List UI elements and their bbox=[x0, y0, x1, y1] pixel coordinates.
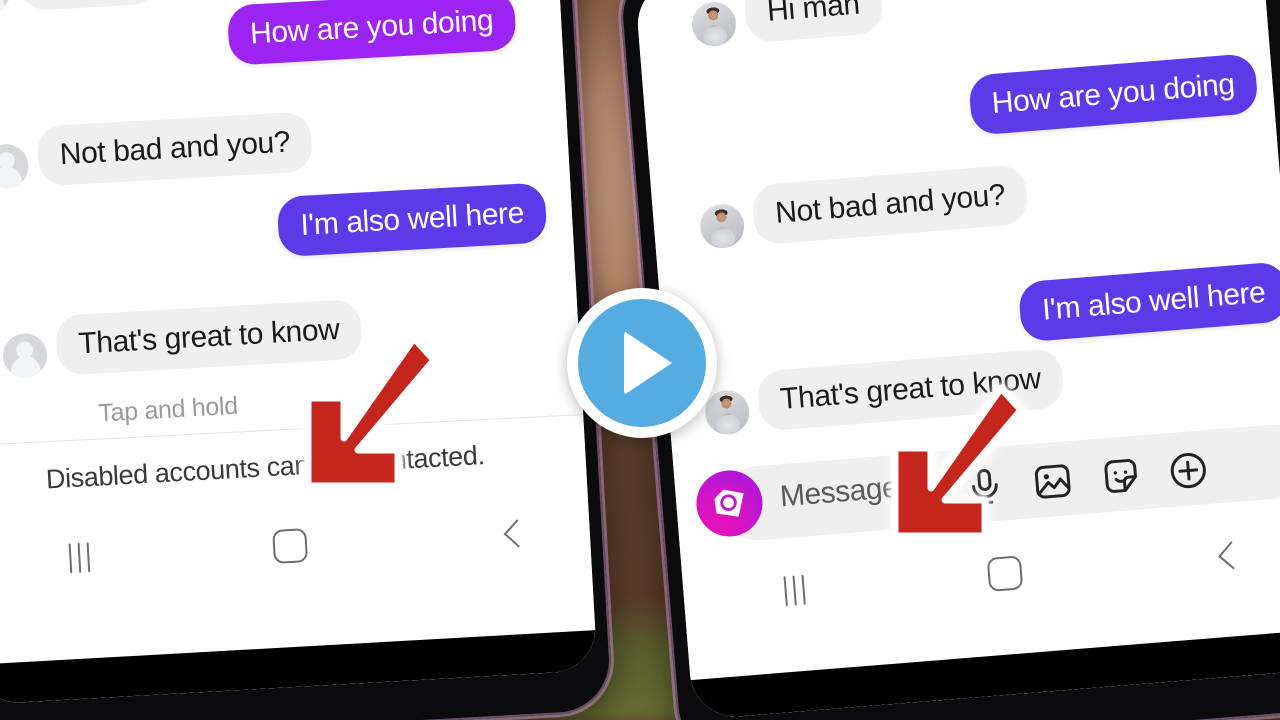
left-navigation-bar bbox=[0, 492, 597, 599]
right-phone-screen: Hey bro Hi man How are you doing Not bad… bbox=[634, 0, 1280, 720]
recents-icon[interactable] bbox=[68, 542, 91, 574]
plus-icon[interactable] bbox=[1166, 448, 1211, 493]
home-icon[interactable] bbox=[986, 555, 1023, 592]
message-bubble: How are you doing bbox=[967, 52, 1259, 136]
message-row: I'm also well here bbox=[276, 182, 548, 257]
message-row: How are you doing bbox=[967, 52, 1259, 136]
play-button[interactable] bbox=[567, 288, 717, 438]
message-bubble: I'm also well here bbox=[1018, 261, 1280, 343]
tap-and-hold-hint: Tap and hold bbox=[97, 391, 239, 428]
message-bubble: I'm also well here bbox=[276, 182, 548, 257]
message-row: Not bad and you? bbox=[697, 163, 1030, 250]
annotation-arrow-right bbox=[875, 378, 1025, 553]
avatar bbox=[0, 142, 30, 190]
message-row: Hi man bbox=[689, 0, 884, 48]
home-icon[interactable] bbox=[271, 528, 308, 564]
message-row: I'm also well here bbox=[1018, 261, 1280, 343]
annotation-arrow-left bbox=[288, 328, 438, 503]
right-screen-bottom-bezel bbox=[690, 625, 1280, 720]
message-bubble: Not bad and you? bbox=[36, 111, 314, 187]
play-button-disc bbox=[578, 299, 706, 427]
play-triangle-icon bbox=[624, 331, 672, 395]
avatar bbox=[703, 388, 751, 436]
avatar bbox=[0, 0, 12, 14]
message-bubble: How are you doing bbox=[226, 0, 517, 66]
screenshot-stage: Hi man How are you doing Not bad and you… bbox=[0, 0, 1280, 720]
message-bubble: Not bad and you? bbox=[751, 163, 1030, 246]
back-icon[interactable] bbox=[1217, 541, 1246, 570]
message-bubble: Hi man bbox=[18, 0, 159, 11]
back-icon[interactable] bbox=[503, 519, 532, 548]
left-screen-bottom-bezel bbox=[0, 626, 598, 705]
message-bubble: Hi man bbox=[742, 0, 884, 44]
avatar bbox=[690, 0, 738, 48]
avatar bbox=[1, 331, 49, 379]
gallery-icon[interactable] bbox=[1030, 459, 1075, 504]
message-row: Not bad and you? bbox=[0, 111, 314, 190]
sticker-icon[interactable] bbox=[1098, 453, 1143, 498]
avatar bbox=[698, 202, 746, 250]
right-chat-thread: Hey bro Hi man How are you doing Not bad… bbox=[634, 0, 1280, 720]
recents-icon[interactable] bbox=[782, 574, 806, 607]
message-row: Hi man bbox=[0, 0, 159, 14]
message-row: How are you doing bbox=[226, 0, 517, 66]
